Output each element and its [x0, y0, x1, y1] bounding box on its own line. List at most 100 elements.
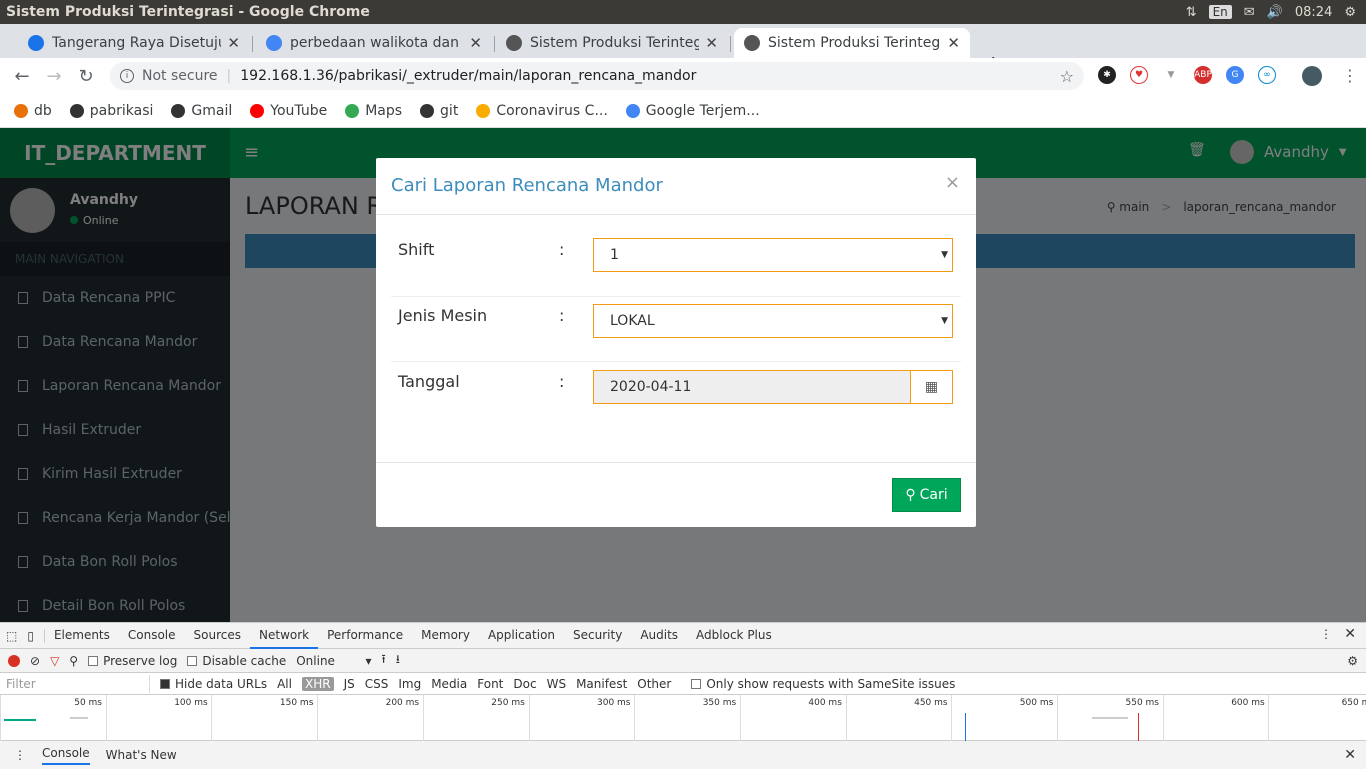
bookmark-pabrikasi[interactable]: pabrikasi: [69, 103, 153, 119]
browser-tab[interactable]: Tangerang Raya Disetujui ✕: [18, 28, 250, 58]
timeline-tick: 150 ms: [211, 695, 316, 741]
devtools-drawer: ⋮ Console What's New ✕: [0, 741, 1366, 769]
devtools-tab-network[interactable]: Network: [250, 623, 319, 649]
bookmark-gmail[interactable]: Gmail: [171, 103, 232, 119]
tab-close-icon[interactable]: ✕: [469, 34, 482, 52]
upload-icon[interactable]: ⭱: [381, 650, 385, 671]
devtools-panel: ⬚ ▯ Elements Console Sources Network Perform…: [0, 622, 1366, 769]
tab-title: Tangerang Raya Disetujui: [52, 35, 222, 51]
filter-type-js[interactable]: JS: [344, 677, 355, 691]
tab-close-icon[interactable]: ✕: [947, 34, 960, 52]
drawer-close-icon[interactable]: ✕: [1344, 747, 1356, 763]
devtools-tab-adblock-plus[interactable]: Adblock Plus: [687, 623, 781, 649]
back-icon[interactable]: ←: [6, 66, 38, 87]
shift-value: 1: [610, 247, 619, 263]
cari-button[interactable]: ⚲ Cari: [892, 478, 961, 512]
settings-icon[interactable]: ⚙: [1347, 654, 1358, 668]
bookmark-google-translate[interactable]: Google Terjem...: [625, 103, 760, 119]
keyboard-lang[interactable]: En: [1208, 5, 1232, 19]
info-icon[interactable]: i: [120, 69, 134, 83]
extension-icon-3[interactable]: ▼: [1162, 66, 1180, 84]
device-icon[interactable]: ▯: [23, 628, 45, 643]
clear-icon[interactable]: ⊘: [30, 654, 40, 668]
disable-cache-checkbox[interactable]: Disable cache: [187, 654, 286, 668]
extension-icon-1[interactable]: ✱: [1098, 66, 1116, 84]
throttle-select[interactable]: Online ▾: [296, 654, 371, 668]
volume-icon[interactable]: 🔊: [1267, 5, 1283, 20]
power-icon[interactable]: ⚙: [1344, 5, 1356, 20]
tab-close-icon[interactable]: ✕: [227, 34, 240, 52]
filter-type-doc[interactable]: Doc: [513, 677, 536, 691]
profile-avatar[interactable]: [1302, 66, 1322, 86]
close-icon[interactable]: ×: [945, 172, 960, 193]
drawer-menu-icon[interactable]: ⋮: [14, 748, 26, 762]
filter-type-other[interactable]: Other: [637, 677, 671, 691]
jenis-mesin-value: LOKAL: [610, 313, 655, 329]
bookmark-youtube[interactable]: YouTube: [250, 103, 327, 119]
translate-icon[interactable]: G: [1226, 66, 1244, 84]
adblock-icon[interactable]: ABP: [1194, 66, 1212, 84]
timeline-tick: 100 ms: [105, 695, 211, 741]
tab-title: perbedaan walikota dan b: [290, 35, 464, 51]
bookmark-git[interactable]: git: [420, 103, 458, 119]
timeline-tick: 250 ms: [422, 695, 528, 741]
filter-type-ws[interactable]: WS: [547, 677, 566, 691]
filter-input[interactable]: Filter: [0, 674, 150, 693]
network-icon[interactable]: ⇅: [1186, 5, 1197, 20]
address-bar[interactable]: i Not secure | 192.168.1.36/pabrikasi/_e…: [110, 62, 1084, 90]
extension-icon-2[interactable]: ♥: [1130, 66, 1148, 84]
browser-tab[interactable]: perbedaan walikota dan b ✕: [256, 28, 492, 58]
search-icon[interactable]: ⚲: [69, 654, 78, 668]
timeline-tick: 600 ms: [1162, 695, 1268, 741]
tab-close-icon[interactable]: ✕: [705, 34, 718, 52]
reload-icon[interactable]: ↻: [70, 66, 102, 87]
filter-type-xhr[interactable]: XHR: [301, 676, 334, 691]
hide-data-urls-checkbox[interactable]: Hide data URLs: [160, 677, 267, 691]
filter-type-all[interactable]: All: [277, 677, 292, 691]
browser-tab[interactable]: Sistem Produksi Terintegr ✕: [734, 28, 970, 58]
devtools-tab-application[interactable]: Application: [479, 623, 564, 649]
filter-type-font[interactable]: Font: [477, 677, 503, 691]
bookmark-db[interactable]: db: [14, 103, 52, 119]
os-tray: ⇅ En ✉ 🔊 08:24 ⚙: [1186, 0, 1356, 24]
preserve-log-checkbox[interactable]: Preserve log: [88, 654, 177, 668]
devtools-menu-icon[interactable]: ⋮: [1320, 627, 1332, 641]
devtools-tab-elements[interactable]: Elements: [45, 623, 119, 649]
filter-type-img[interactable]: Img: [398, 677, 421, 691]
extension-icon-6[interactable]: ∞: [1258, 66, 1276, 84]
url-text[interactable]: 192.168.1.36/pabrikasi/_extruder/main/la…: [240, 68, 696, 84]
calendar-icon[interactable]: ▦: [910, 371, 952, 403]
jenis-mesin-select[interactable]: LOKAL ▼: [593, 304, 953, 338]
drawer-tab-console[interactable]: Console: [42, 746, 90, 765]
record-icon[interactable]: [8, 654, 20, 667]
bookmark-maps[interactable]: Maps: [345, 103, 402, 119]
devtools-tab-memory[interactable]: Memory: [412, 623, 479, 649]
menu-dots-icon[interactable]: ⋮: [1342, 66, 1358, 85]
inspect-icon[interactable]: ⬚: [0, 629, 23, 643]
devtools-tab-performance[interactable]: Performance: [318, 623, 412, 649]
drawer-tab-whats-new[interactable]: What's New: [106, 748, 177, 762]
download-icon[interactable]: ⭳: [396, 650, 400, 671]
browser-tab[interactable]: Sistem Produksi Terintegr ✕: [496, 28, 728, 58]
devtools-tab-audits[interactable]: Audits: [631, 623, 687, 649]
tab-title: Sistem Produksi Terintegr: [530, 35, 700, 51]
devtools-tab-sources[interactable]: Sources: [185, 623, 250, 649]
tanggal-field[interactable]: 2020-04-11 ▦: [593, 370, 953, 404]
bookmark-coronavirus[interactable]: Coronavirus C...: [476, 103, 608, 119]
filter-icon[interactable]: ▽: [50, 654, 59, 668]
bookmark-star-icon[interactable]: ☆: [1060, 67, 1074, 86]
filter-type-css[interactable]: CSS: [365, 677, 389, 691]
search-icon: ⚲: [905, 487, 916, 503]
devtools-tab-security[interactable]: Security: [564, 623, 631, 649]
samesite-checkbox[interactable]: Only show requests with SameSite issues: [691, 677, 955, 691]
network-timeline[interactable]: 50 ms 100 ms 150 ms 200 ms 250 ms 300 ms 350 m…: [0, 695, 1366, 741]
filter-type-media[interactable]: Media: [431, 677, 467, 691]
devtools-tab-console[interactable]: Console: [119, 623, 185, 649]
devtools-close-icon[interactable]: ✕: [1344, 626, 1356, 642]
clock[interactable]: 08:24: [1295, 5, 1332, 20]
filter-type-manifest[interactable]: Manifest: [576, 677, 627, 691]
forward-icon[interactable]: →: [38, 66, 70, 87]
shift-select[interactable]: 1 ▼: [593, 238, 953, 272]
tab-title: Sistem Produksi Terintegr: [768, 35, 942, 51]
mail-icon[interactable]: ✉: [1244, 5, 1255, 20]
